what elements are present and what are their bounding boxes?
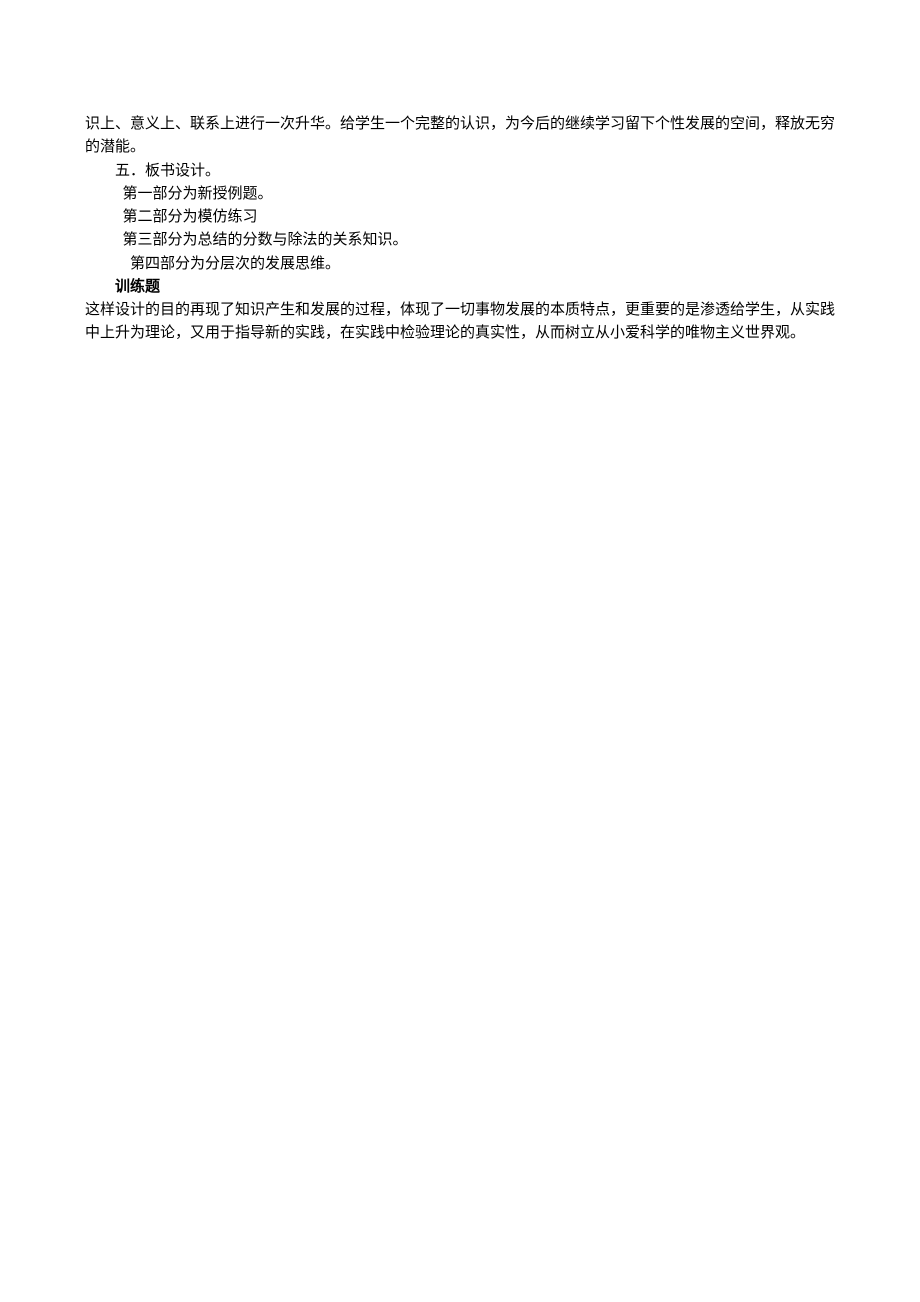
part-2: 第二部分为模仿练习 [85,206,835,229]
exercise-label: 训练题 [85,276,835,299]
closing-paragraph: 这样设计的目的再现了知识产生和发展的过程，体现了一切事物发展的本质特点，更重要的… [85,299,835,346]
section-heading: 五．板书设计。 [85,160,835,183]
part-3: 第三部分为总结的分数与除法的关系知识。 [85,229,835,252]
part-4: 第四部分为分层次的发展思维。 [85,253,835,276]
part-1: 第一部分为新授例题。 [85,183,835,206]
intro-paragraph: 识上、意义上、联系上进行一次升华。给学生一个完整的认识，为今后的继续学习留下个性… [85,113,835,160]
